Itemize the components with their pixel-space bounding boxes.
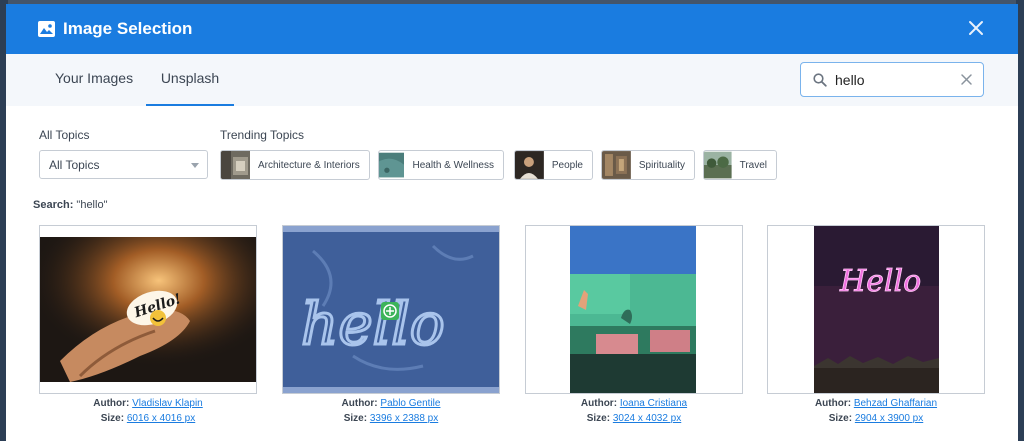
- image-card[interactable]: [525, 225, 743, 394]
- result-image: [526, 226, 742, 393]
- result-image: hello: [283, 226, 499, 393]
- size-label: Size:: [828, 413, 853, 424]
- search-prefix: Search:: [33, 199, 74, 211]
- image-meta: Author: Ioana Cristiana Size: 3024 x 403…: [525, 396, 743, 426]
- topic-chip-label: Architecture & Interiors: [258, 159, 360, 171]
- topic-chip-people[interactable]: People: [514, 150, 593, 180]
- size-label: Size:: [586, 413, 611, 424]
- topic-chip-travel[interactable]: Travel: [703, 150, 777, 180]
- filters-area: All Topics Trending Topics All Topics Ar…: [6, 106, 1018, 201]
- image-meta: Author: Behzad Ghaffarian Size: 2904 x 3…: [767, 396, 985, 426]
- image-card-selected[interactable]: hello: [282, 225, 500, 394]
- close-icon[interactable]: [966, 18, 986, 38]
- topic-thumbnail: [704, 151, 732, 179]
- search-box: [800, 62, 984, 97]
- tab-unsplash[interactable]: Unsplash: [146, 54, 234, 106]
- result-image: Hello!: [40, 226, 256, 393]
- trending-topics-label: Trending Topics: [220, 128, 305, 142]
- size-link[interactable]: 3024 x 4032 px: [613, 413, 681, 424]
- topic-thumbnail: [515, 151, 544, 179]
- author-label: Author:: [93, 398, 130, 409]
- size-label: Size:: [100, 413, 125, 424]
- tab-bar: Your Images Unsplash: [6, 54, 1018, 106]
- topic-chip-label: Health & Wellness: [412, 159, 494, 171]
- topics-select[interactable]: All Topics: [39, 150, 208, 179]
- topic-thumbnail: [379, 152, 405, 178]
- clear-search-icon[interactable]: [960, 73, 973, 86]
- modal-title: Image Selection: [63, 19, 193, 38]
- size-link[interactable]: 3396 x 2388 px: [370, 413, 438, 424]
- topic-chip-spirituality[interactable]: Spirituality: [601, 150, 695, 180]
- image-meta: Author: Vladislav Klapin Size: 6016 x 40…: [39, 396, 257, 426]
- tab-your-images[interactable]: Your Images: [55, 54, 133, 106]
- search-query: "hello": [76, 199, 108, 211]
- search-query-line: Search: "hello": [33, 199, 107, 211]
- image-card[interactable]: Hello!: [39, 225, 257, 394]
- author-link[interactable]: Ioana Cristiana: [620, 398, 687, 409]
- topic-chip-label: Spirituality: [638, 159, 685, 171]
- author-label: Author:: [814, 398, 852, 409]
- svg-text:hello: hello: [301, 290, 445, 358]
- author-link[interactable]: Pablo Gentile: [380, 398, 440, 409]
- result-image: Hello: [768, 226, 984, 393]
- topic-chip-label: People: [551, 159, 583, 171]
- search-icon: [813, 72, 827, 87]
- author-label: Author:: [341, 398, 378, 409]
- modal-header: Image Selection: [6, 4, 1018, 54]
- author-label: Author:: [580, 398, 618, 409]
- image-meta: Author: Pablo Gentile Size: 3396 x 2388 …: [282, 396, 500, 426]
- topic-chip-architecture[interactable]: Architecture & Interiors: [220, 150, 370, 180]
- image-card[interactable]: Hello: [767, 225, 985, 394]
- svg-text:Hello: Hello: [839, 264, 921, 299]
- search-input[interactable]: [835, 71, 955, 88]
- all-topics-label: All Topics: [39, 128, 90, 142]
- topic-thumbnail: [221, 151, 250, 179]
- size-label: Size:: [343, 413, 368, 424]
- image-icon: [38, 21, 55, 37]
- topic-chip-label: Travel: [739, 159, 767, 171]
- topic-thumbnail: [602, 151, 631, 179]
- size-link[interactable]: 2904 x 3900 px: [855, 413, 923, 424]
- topics-select-value: All Topics: [49, 157, 100, 172]
- size-link[interactable]: 6016 x 4016 px: [127, 413, 195, 424]
- author-link[interactable]: Vladislav Klapin: [132, 398, 203, 409]
- topic-chip-health[interactable]: Health & Wellness: [378, 150, 504, 180]
- chevron-down-icon: [191, 163, 199, 168]
- author-link[interactable]: Behzad Ghaffarian: [854, 398, 937, 409]
